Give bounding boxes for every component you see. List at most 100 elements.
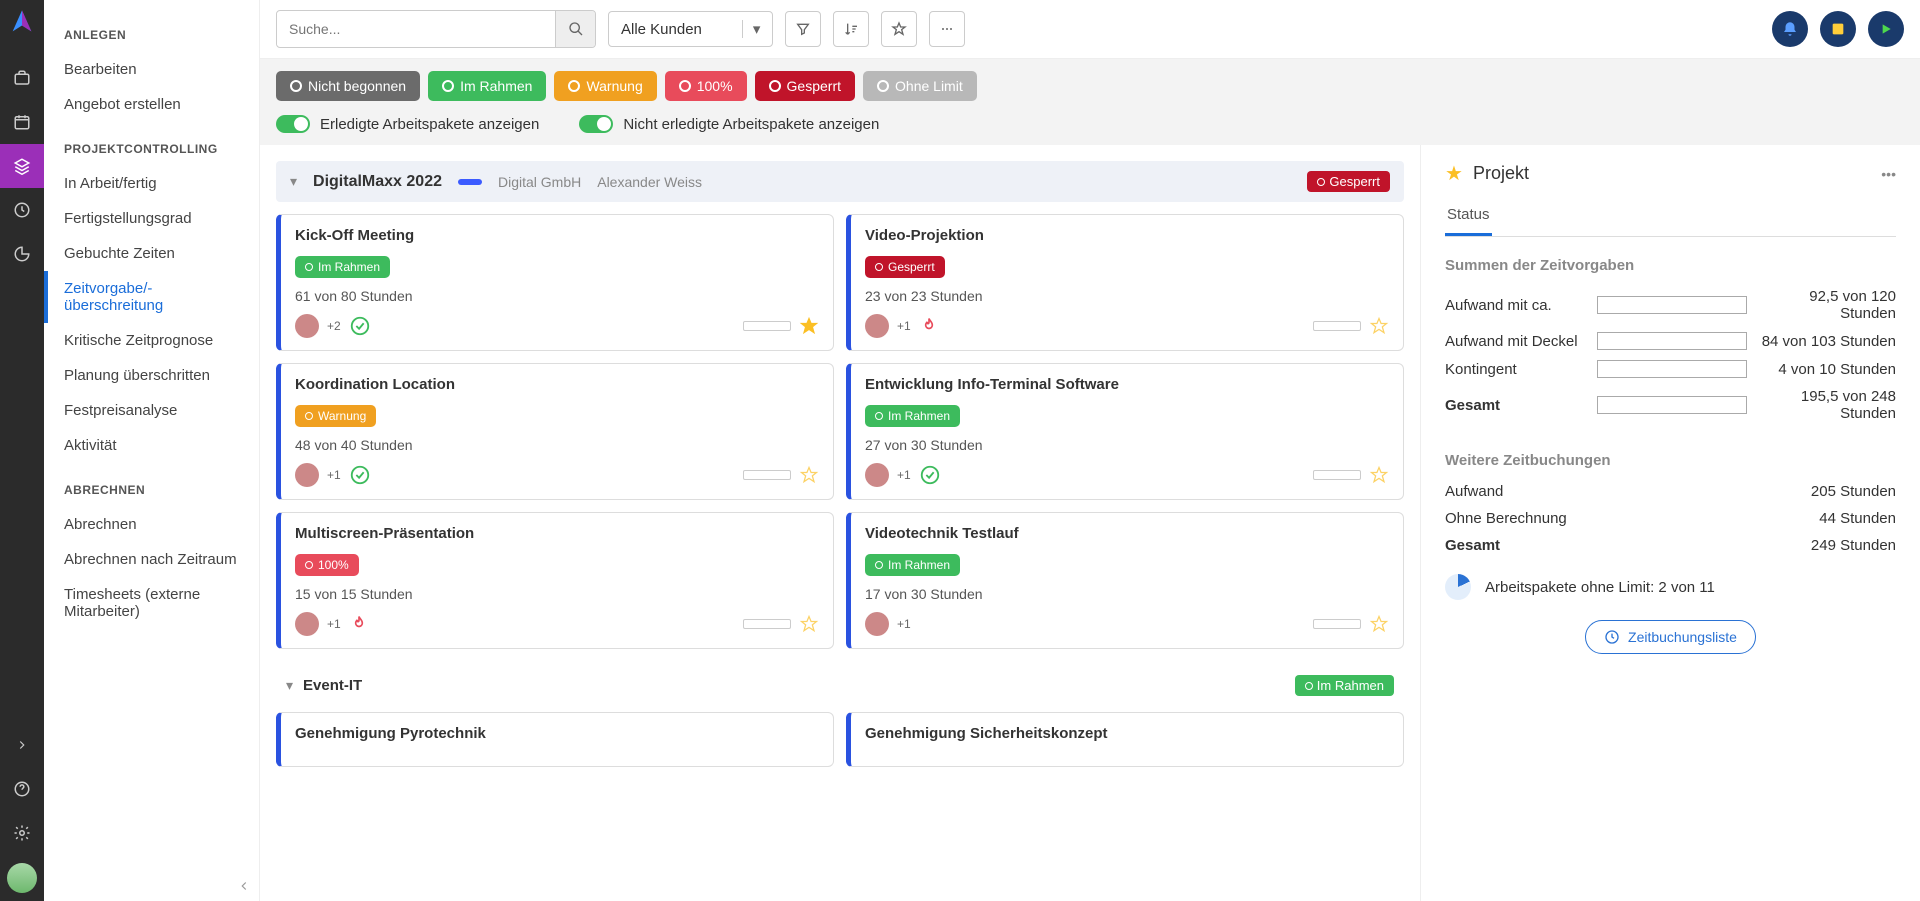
- filter-chip[interactable]: Ohne Limit: [863, 71, 977, 101]
- rail-help-icon[interactable]: [0, 767, 44, 811]
- panel-title: Projekt: [1473, 163, 1529, 184]
- toggle-done[interactable]: Erledigte Arbeitspakete anzeigen: [276, 115, 539, 133]
- star-icon[interactable]: [1369, 614, 1389, 634]
- star-icon[interactable]: [1369, 465, 1389, 485]
- tab-status[interactable]: Status: [1445, 196, 1492, 236]
- avatar[interactable]: [295, 612, 319, 636]
- star-icon[interactable]: [799, 316, 819, 336]
- row-label: Kontingent: [1445, 361, 1585, 378]
- timebooking-list-button[interactable]: Zeitbuchungsliste: [1585, 620, 1756, 654]
- sidenav-collapse-icon[interactable]: [237, 879, 251, 893]
- filter-chip[interactable]: Warnung: [554, 71, 656, 101]
- workpackage-card[interactable]: Kick-Off MeetingIm Rahmen61 von 80 Stund…: [276, 214, 834, 351]
- card-title: Videotechnik Testlauf: [865, 525, 1389, 542]
- summary-row: Aufwand205 Stunden: [1445, 483, 1896, 500]
- rail-clock-icon[interactable]: [0, 188, 44, 232]
- rail-layers-icon[interactable]: [0, 144, 44, 188]
- flame-icon: [919, 316, 939, 336]
- section-title: ABRECHNEN: [44, 463, 259, 507]
- nav-item[interactable]: Aktivität: [44, 428, 259, 463]
- caret-down-icon[interactable]: ▾: [286, 677, 293, 694]
- status-dot-icon: [568, 80, 580, 92]
- nav-item[interactable]: Planung überschritten: [44, 358, 259, 393]
- rail-calendar-icon[interactable]: [0, 100, 44, 144]
- status-dot-icon: [875, 561, 883, 569]
- avatar[interactable]: [865, 463, 889, 487]
- filter-chip[interactable]: Im Rahmen: [428, 71, 546, 101]
- search-button[interactable]: [555, 11, 595, 47]
- workpackage-card[interactable]: Multiscreen-Präsentation100%15 von 15 St…: [276, 512, 834, 649]
- more-icon[interactable]: •••: [1881, 166, 1896, 182]
- play-button[interactable]: [1868, 11, 1904, 47]
- star-icon[interactable]: [881, 11, 917, 47]
- avatar[interactable]: [865, 612, 889, 636]
- workpackage-card[interactable]: Koordination LocationWarnung48 von 40 St…: [276, 363, 834, 500]
- status-dot-icon: [290, 80, 302, 92]
- nav-item[interactable]: Bearbeiten: [44, 52, 259, 87]
- star-icon[interactable]: [1369, 316, 1389, 336]
- card-progress-bar: [1313, 321, 1361, 331]
- nav-item[interactable]: Abrechnen: [44, 507, 259, 542]
- workpackage-card[interactable]: Entwicklung Info-Terminal SoftwareIm Rah…: [846, 363, 1404, 500]
- rail-expand-icon[interactable]: [0, 723, 44, 767]
- card-title: Kick-Off Meeting: [295, 227, 819, 244]
- notes-button[interactable]: [1820, 11, 1856, 47]
- card-progress-bar: [743, 470, 791, 480]
- avatar[interactable]: [295, 463, 319, 487]
- more-icon[interactable]: [929, 11, 965, 47]
- star-icon[interactable]: [799, 465, 819, 485]
- progress-mini-icon: [458, 179, 482, 185]
- rail-briefcase-icon[interactable]: [0, 56, 44, 100]
- sort-icon[interactable]: [833, 11, 869, 47]
- row-value: 4 von 10 Stunden: [1778, 361, 1896, 378]
- nav-item[interactable]: Abrechnen nach Zeitraum: [44, 542, 259, 577]
- customer-dropdown[interactable]: Alle Kunden ▾: [608, 11, 773, 47]
- nav-item[interactable]: Angebot erstellen: [44, 87, 259, 122]
- workpackage-card[interactable]: Video-ProjektionGesperrt23 von 23 Stunde…: [846, 214, 1404, 351]
- sidenav: ANLEGENBearbeitenAngebot erstellenPROJEK…: [44, 0, 260, 901]
- nav-item[interactable]: Fertigstellungsgrad: [44, 201, 259, 236]
- card-hours: 48 von 40 Stunden: [295, 437, 819, 453]
- nav-item[interactable]: Zeitvorgabe/-überschreitung: [44, 271, 259, 323]
- toggle-undone[interactable]: Nicht erledigte Arbeitspakete anzeigen: [579, 115, 879, 133]
- subgroup-title: Event-IT: [303, 677, 362, 694]
- row-label: Gesamt: [1445, 397, 1585, 414]
- user-avatar[interactable]: [7, 863, 37, 893]
- switch-icon: [276, 115, 310, 133]
- notification-button[interactable]: [1772, 11, 1808, 47]
- card-progress-bar: [1313, 470, 1361, 480]
- rail-chart-icon[interactable]: [0, 232, 44, 276]
- caret-down-icon[interactable]: ▾: [290, 173, 297, 190]
- star-icon[interactable]: ★: [1445, 161, 1463, 186]
- filter-chip[interactable]: 100%: [665, 71, 747, 101]
- project-header[interactable]: ▾ DigitalMaxx 2022 Digital GmbH Alexande…: [276, 161, 1404, 202]
- workpackage-card[interactable]: Genehmigung Sicherheitskonzept: [846, 712, 1404, 767]
- status-dot-icon: [769, 80, 781, 92]
- nav-item[interactable]: Timesheets (externe Mitarbeiter): [44, 577, 259, 629]
- avatar[interactable]: [865, 314, 889, 338]
- nav-item[interactable]: In Arbeit/fertig: [44, 166, 259, 201]
- card-title: Genehmigung Pyrotechnik: [295, 725, 819, 742]
- filter-icon[interactable]: [785, 11, 821, 47]
- pie-row: Arbeitspakete ohne Limit: 2 von 11: [1445, 574, 1896, 600]
- filter-chip[interactable]: Nicht begonnen: [276, 71, 420, 101]
- project-company: Digital GmbH: [498, 174, 581, 190]
- card-progress-bar: [743, 619, 791, 629]
- star-icon[interactable]: [799, 614, 819, 634]
- rail-gear-icon[interactable]: [0, 811, 44, 855]
- nav-item[interactable]: Gebuchte Zeiten: [44, 236, 259, 271]
- subgroup-header[interactable]: ▾ Event-IT Im Rahmen: [276, 669, 1404, 702]
- status-dot-icon: [305, 561, 313, 569]
- filter-row: Nicht begonnen Im Rahmen Warnung 100% Gesper…: [260, 59, 1920, 145]
- avatar[interactable]: [295, 314, 319, 338]
- section-title: ANLEGEN: [44, 8, 259, 52]
- card-hours: 61 von 80 Stunden: [295, 288, 819, 304]
- nav-item[interactable]: Festpreisanalyse: [44, 393, 259, 428]
- search-input[interactable]: [277, 13, 555, 45]
- row-value: 44 Stunden: [1819, 510, 1896, 527]
- workpackage-card[interactable]: Genehmigung Pyrotechnik: [276, 712, 834, 767]
- card-status-pill: Warnung: [295, 405, 376, 427]
- filter-chip[interactable]: Gesperrt: [755, 71, 855, 101]
- nav-item[interactable]: Kritische Zeitprognose: [44, 323, 259, 358]
- workpackage-card[interactable]: Videotechnik TestlaufIm Rahmen17 von 30 …: [846, 512, 1404, 649]
